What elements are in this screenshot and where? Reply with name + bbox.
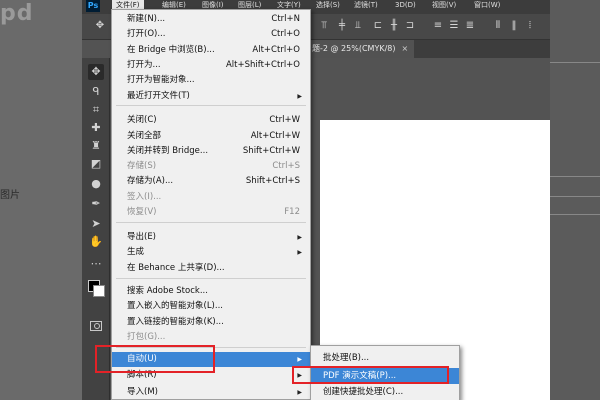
background-divider bbox=[550, 176, 600, 177]
blur-tool-icon[interactable]: ● bbox=[88, 176, 104, 192]
hand-tool-icon[interactable]: ✋ bbox=[88, 234, 104, 250]
automate-submenu: 批处理(B)... PDF 演示文稿(P)... 创建快捷批处理(C)... bbox=[310, 345, 460, 400]
align-top-icon[interactable]: ⫪ bbox=[318, 20, 330, 32]
submenu-item-create-droplet[interactable]: 创建快捷批处理(C)... bbox=[311, 384, 459, 400]
menu-item-place-embedded[interactable]: 置入嵌入的智能对象(L)... bbox=[112, 299, 310, 314]
file-menu-dropdown: 新建(N)... Ctrl+N 打开(O)... Ctrl+O 在 Bridge 中… bbox=[111, 9, 311, 400]
menu-item-browse-in-bridge[interactable]: 在 Bridge 中浏览(B)... Alt+Ctrl+O bbox=[112, 43, 310, 58]
menu-separator bbox=[116, 278, 306, 279]
pen-tool-icon[interactable]: ✒ bbox=[88, 196, 104, 212]
document-tab-title: 题-2 @ 25%(CMYK/8) bbox=[312, 44, 396, 53]
menu-item-open[interactable]: 打开(O)... Ctrl+O bbox=[112, 27, 310, 42]
submenu-item-pdf-presentation[interactable]: PDF 演示文稿(P)... bbox=[311, 368, 459, 384]
menu-separator bbox=[116, 222, 306, 223]
menu-item-check-in: 签入(I)... bbox=[127, 191, 162, 202]
background-side-label: 图片 bbox=[0, 190, 20, 201]
align-hcenter-icon[interactable]: ╫ bbox=[388, 20, 400, 32]
background-divider bbox=[550, 62, 600, 63]
menu-view[interactable]: 视图(V) bbox=[432, 0, 456, 12]
menu-item-export[interactable]: 导出(E) ▶ bbox=[112, 230, 310, 245]
menu-separator bbox=[116, 347, 306, 348]
move-tool-option-icon[interactable]: ✥ bbox=[94, 20, 106, 32]
menu-item-automate[interactable]: 自动(U) ▶ bbox=[112, 352, 310, 368]
distribute-vcenter-icon[interactable]: ☰ bbox=[448, 20, 460, 32]
background-page-left: pd 图片 bbox=[0, 0, 82, 400]
distribute-bottom-icon[interactable]: ≣ bbox=[464, 20, 476, 32]
menu-item-share-on-behance[interactable]: 在 Behance 上共享(D)... bbox=[112, 261, 310, 276]
submenu-arrow-icon: ▶ bbox=[297, 92, 302, 100]
submenu-arrow-icon: ▶ bbox=[297, 372, 302, 380]
ps-logo: Ps bbox=[86, 0, 100, 12]
distribute-right-icon[interactable]: ⦙ bbox=[524, 20, 536, 32]
distribute-top-icon[interactable]: ≡ bbox=[432, 20, 444, 32]
menu-item-save-as[interactable]: 存储为(A)... Shift+Ctrl+S bbox=[112, 174, 310, 189]
eraser-tool-icon[interactable]: ◩ bbox=[88, 156, 104, 172]
tools-panel: ✥ ᑫ ⌗ ✚ ♜ ◩ ● ✒ ➤ ✋ ⋯ bbox=[82, 58, 110, 400]
align-vcenter-icon[interactable]: ╪ bbox=[336, 20, 348, 32]
submenu-arrow-icon: ▶ bbox=[297, 234, 302, 241]
stamp-tool-icon[interactable]: ♜ bbox=[88, 138, 104, 154]
path-select-icon[interactable]: ➤ bbox=[88, 216, 104, 232]
menu-item-generate[interactable]: 生成 ▶ bbox=[112, 245, 310, 260]
photoshop-window: Ps 文件(F) 编辑(E) 图像(I) 图层(L) 文字(Y) 选择(S) 滤… bbox=[82, 0, 550, 400]
more-tools-icon[interactable]: ⋯ bbox=[88, 256, 104, 272]
align-left-icon[interactable]: ⊏ bbox=[372, 20, 384, 32]
menu-window[interactable]: 窗口(W) bbox=[474, 0, 500, 12]
menu-item-close-and-go-to-bridge[interactable]: 关闭并转到 Bridge... Shift+Ctrl+W bbox=[112, 144, 310, 159]
menu-item-package: 打包(G)... bbox=[127, 331, 166, 342]
document-tab[interactable]: 题-2 @ 25%(CMYK/8) × bbox=[308, 40, 415, 58]
menu-item-close[interactable]: 关闭(C) Ctrl+W bbox=[112, 113, 310, 128]
distribute-hcenter-icon[interactable]: ‖ bbox=[508, 20, 520, 32]
background-divider bbox=[550, 196, 600, 197]
align-right-icon[interactable]: ⊐ bbox=[404, 20, 416, 32]
lasso-tool-icon[interactable]: ᑫ bbox=[88, 84, 104, 100]
document-tab-bar: 题-2 @ 25%(CMYK/8) × bbox=[308, 40, 550, 58]
menu-item-recent-files[interactable]: 最近打开文件(T) ▶ bbox=[112, 89, 310, 104]
submenu-arrow-icon: ▶ bbox=[297, 249, 302, 257]
menu-item-open-as[interactable]: 打开为... Alt+Shift+Ctrl+O bbox=[112, 58, 310, 73]
move-tool-icon[interactable]: ✥ bbox=[88, 64, 104, 80]
menu-item-close-all[interactable]: 关闭全部 Alt+Ctrl+W bbox=[112, 129, 310, 144]
menu-item-place-linked[interactable]: 置入链接的智能对象(K)... bbox=[112, 315, 310, 330]
background-divider bbox=[550, 214, 600, 215]
menu-filter[interactable]: 滤镜(T) bbox=[354, 0, 378, 12]
background-color-swatch[interactable] bbox=[93, 285, 105, 297]
distribute-left-icon[interactable]: ⦀ bbox=[492, 20, 504, 32]
submenu-item-batch[interactable]: 批处理(B)... bbox=[311, 350, 459, 366]
quick-mask-icon[interactable] bbox=[90, 321, 102, 331]
background-page-right bbox=[550, 0, 600, 400]
healing-brush-icon[interactable]: ✚ bbox=[88, 120, 104, 136]
submenu-arrow-icon: ▶ bbox=[297, 356, 302, 363]
close-icon[interactable]: × bbox=[402, 44, 409, 53]
menu-item-revert: 恢复(V) F12 bbox=[127, 207, 300, 217]
align-bottom-icon[interactable]: ⫫ bbox=[352, 20, 364, 32]
menu-select[interactable]: 选择(S) bbox=[316, 0, 340, 12]
background-heading-fragment: pd bbox=[0, 1, 34, 26]
menu-item-new[interactable]: 新建(N)... Ctrl+N bbox=[112, 12, 310, 27]
menu-item-search-adobe-stock[interactable]: 搜索 Adobe Stock... bbox=[112, 284, 310, 299]
menu-item-import[interactable]: 导入(M) ▶ bbox=[112, 385, 310, 400]
submenu-arrow-icon: ▶ bbox=[297, 388, 302, 396]
menu-separator bbox=[116, 105, 306, 106]
menu-item-save: 存储(S) Ctrl+S bbox=[127, 161, 300, 172]
menu-3d[interactable]: 3D(D) bbox=[395, 0, 416, 12]
crop-tool-icon[interactable]: ⌗ bbox=[88, 102, 104, 118]
menu-item-open-as-smart-object[interactable]: 打开为智能对象... bbox=[112, 73, 310, 88]
menu-item-scripts[interactable]: 脚本(R) ▶ bbox=[112, 368, 310, 383]
